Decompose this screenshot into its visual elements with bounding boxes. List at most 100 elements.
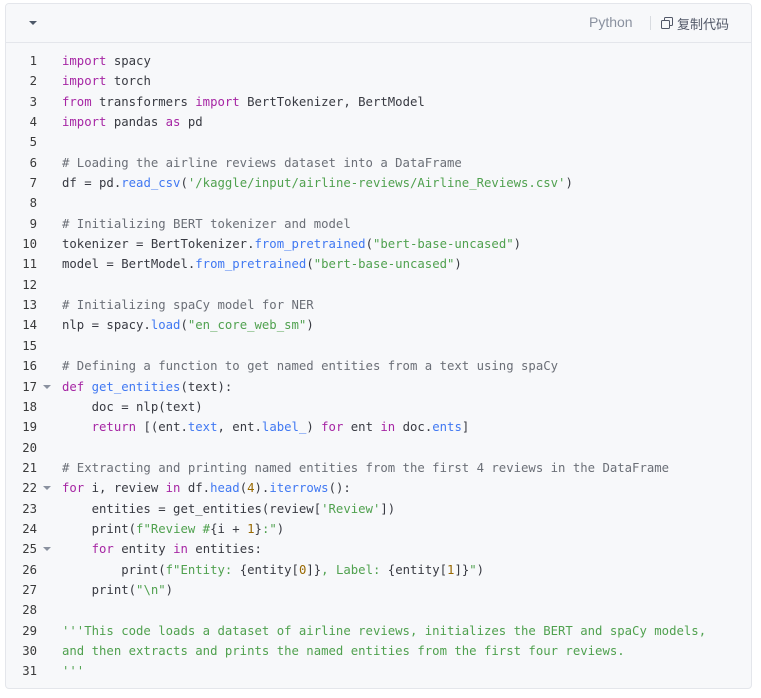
code-token: ) bbox=[565, 176, 573, 191]
code-text: from transformers import BertTokenizer, … bbox=[62, 92, 425, 112]
code-token: "bert-base-uncased" bbox=[372, 237, 514, 252]
code-token: {entity[ bbox=[387, 562, 448, 577]
code-token: model = BertModel. bbox=[62, 257, 196, 272]
code-line: 24 print(f"Review #{i + 1}:") bbox=[6, 519, 751, 539]
line-number: 15 bbox=[22, 338, 37, 353]
code-text: import pandas as pd bbox=[62, 112, 203, 132]
code-text: import spacy bbox=[62, 51, 151, 71]
code-line: 20 bbox=[6, 438, 751, 458]
code-token: return bbox=[91, 420, 137, 435]
chevron-down-icon[interactable] bbox=[26, 17, 40, 29]
code-token: , Label: bbox=[321, 562, 388, 577]
code-line: 14 nlp = spacy.load("en_core_web_sm") bbox=[6, 315, 751, 335]
code-token: from_pretrained bbox=[254, 237, 366, 252]
code-line: 26 print(f"Entity: {entity[0]}, Label: {… bbox=[6, 560, 751, 580]
line-number: 18 bbox=[22, 399, 37, 414]
code-line: 5 bbox=[6, 132, 751, 152]
fold-toggle-icon[interactable] bbox=[42, 539, 52, 559]
line-number: 26 bbox=[22, 562, 37, 577]
code-token: ''' bbox=[62, 664, 85, 679]
copy-code-button[interactable]: 复制代码 bbox=[661, 13, 729, 33]
code-token: for bbox=[321, 420, 344, 435]
code-line: 2 import torch bbox=[6, 71, 751, 91]
code-line: 28 bbox=[6, 600, 751, 620]
code-token: # Initializing BERT tokenizer and model bbox=[62, 216, 351, 231]
line-number: 7 bbox=[29, 176, 37, 191]
code-token: nlp = spacy. bbox=[62, 318, 151, 333]
line-number: 9 bbox=[29, 216, 37, 231]
line-number: 23 bbox=[22, 501, 37, 516]
fold-toggle-icon[interactable] bbox=[42, 377, 52, 397]
copy-code-label: 复制代码 bbox=[677, 17, 730, 33]
code-token: [(ent. bbox=[136, 420, 188, 435]
fold-toggle-icon[interactable] bbox=[42, 478, 52, 498]
code-token: ]) bbox=[380, 501, 396, 516]
code-line: 15 bbox=[6, 336, 751, 356]
code-text: print(f"Review #{i + 1}:") bbox=[62, 519, 285, 539]
code-line: 6 # Loading the airline reviews dataset i… bbox=[6, 153, 751, 173]
code-text: doc = nlp(text) bbox=[62, 397, 203, 417]
code-line: 13 # Initializing spaCy model for NER bbox=[6, 295, 751, 315]
code-token: # Loading the airline reviews dataset in… bbox=[62, 155, 462, 170]
code-text: # Initializing spaCy model for NER bbox=[62, 295, 314, 315]
code-line: 17 def get_entities(text): bbox=[6, 377, 751, 397]
line-number: 2 bbox=[29, 74, 37, 89]
line-number: 16 bbox=[22, 359, 37, 374]
line-number: 29 bbox=[22, 623, 37, 638]
code-token: as bbox=[165, 115, 181, 130]
code-token: for bbox=[91, 542, 114, 557]
code-token: , ent. bbox=[217, 420, 262, 435]
code-token: print( bbox=[62, 521, 137, 536]
code-token: # Extracting and printing named entities… bbox=[62, 460, 670, 475]
code-token: " bbox=[469, 562, 477, 577]
code-line: 16 # Defining a function to get named ent… bbox=[6, 356, 751, 376]
code-token: in bbox=[380, 420, 396, 435]
code-line: 11 model = BertModel.from_pretrained("ber… bbox=[6, 254, 751, 274]
code-token: doc. bbox=[395, 420, 433, 435]
code-line: 21 # Extracting and printing named entiti… bbox=[6, 458, 751, 478]
code-token: ] bbox=[461, 420, 470, 435]
code-line: 9 # Initializing BERT tokenizer and model bbox=[6, 214, 751, 234]
code-text: model = BertModel.from_pretrained("bert-… bbox=[62, 254, 462, 274]
code-token: doc = nlp(text) bbox=[62, 399, 203, 414]
code-text: # Loading the airline reviews dataset in… bbox=[62, 153, 462, 173]
code-token: ( bbox=[180, 318, 188, 333]
code-line: 10 tokenizer = BertTokenizer.from_pretrai… bbox=[6, 234, 751, 254]
code-text: for i, review in df.head(4).iterrows(): bbox=[62, 478, 351, 498]
code-token: in bbox=[173, 542, 188, 557]
code-token: f"Review # bbox=[136, 521, 211, 536]
line-number: 21 bbox=[22, 460, 37, 475]
line-number: 17 bbox=[22, 379, 37, 394]
code-token: ). bbox=[254, 481, 270, 496]
line-number: 30 bbox=[22, 643, 37, 658]
code-token: ) bbox=[276, 521, 285, 536]
code-text: and then extracts and prints the named e… bbox=[62, 641, 625, 661]
code-token: transformers bbox=[91, 94, 196, 109]
code-token: torch bbox=[106, 74, 151, 89]
code-token: df = pd. bbox=[62, 176, 122, 191]
code-token: "\n" bbox=[136, 582, 166, 597]
code-token: ( bbox=[365, 237, 373, 252]
code-token: :" bbox=[261, 521, 277, 536]
code-token: ) bbox=[306, 318, 314, 333]
code-text: entities = get_entities(review['Review']… bbox=[62, 499, 396, 519]
code-text: ''' bbox=[62, 661, 84, 681]
code-line: 4 import pandas as pd bbox=[6, 112, 751, 132]
line-number: 6 bbox=[29, 155, 37, 170]
code-text: # Extracting and printing named entities… bbox=[62, 458, 669, 478]
code-line: 18 doc = nlp(text) bbox=[6, 397, 751, 417]
code-token: spacy bbox=[106, 54, 151, 68]
code-line: 31 ''' bbox=[6, 661, 751, 681]
code-token: "en_core_web_sm" bbox=[187, 318, 307, 333]
code-text: return [(ent.text, ent.label_) for ent i… bbox=[62, 417, 470, 437]
code-token: {i + bbox=[210, 521, 248, 536]
code-token: 'Review' bbox=[321, 501, 381, 516]
code-token: def bbox=[62, 379, 85, 394]
code-token: BertTokenizer, BertModel bbox=[239, 94, 425, 109]
code-token: 4 bbox=[247, 481, 255, 496]
code-token: load bbox=[150, 318, 181, 333]
code-token: df. bbox=[180, 481, 211, 496]
code-line: 27 print("\n") bbox=[6, 580, 751, 600]
